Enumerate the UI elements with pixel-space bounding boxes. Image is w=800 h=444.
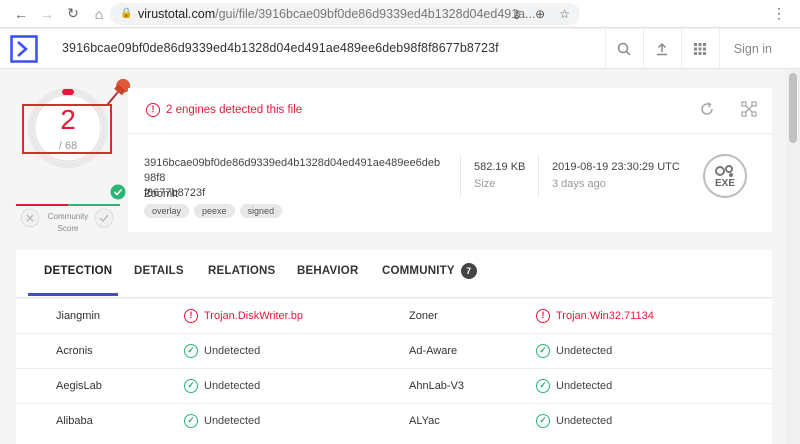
engine-result: ✓ Undetected xyxy=(184,344,260,358)
engine-name: AegisLab xyxy=(56,380,102,392)
home-icon[interactable]: ⌂ xyxy=(88,3,110,25)
reload-icon[interactable]: ↻ xyxy=(62,3,84,25)
key-icon[interactable]: ⚷ xyxy=(512,7,521,21)
alert-text: 2 engines detected this file xyxy=(166,104,303,116)
detection-alert-card: ! 2 engines detected this file xyxy=(128,88,772,134)
result-text: Undetected xyxy=(556,415,613,427)
upload-icon[interactable] xyxy=(642,29,681,69)
check-icon: ✓ xyxy=(536,414,550,428)
file-type-label: EXE xyxy=(714,177,735,189)
engine-result: ✓ Undetected xyxy=(536,414,612,428)
tag-signed[interactable]: signed xyxy=(239,204,283,218)
engine-name: Ad-Aware xyxy=(409,345,458,357)
file-hash: 3916bcae09bf0de86d9339ed4b1328d04ed491ae… xyxy=(144,156,444,201)
result-text: Undetected xyxy=(204,415,261,427)
alert-icon: ! xyxy=(146,103,160,117)
reanalyze-icon[interactable] xyxy=(698,100,716,118)
address-bar[interactable]: 🔒 virustotal.com/gui/file/3916bcae09bf0d… xyxy=(110,3,580,25)
url-host: virustotal.com xyxy=(138,7,216,21)
tab-behavior[interactable]: BEHAVIOR xyxy=(297,250,358,296)
tab-relations[interactable]: RELATIONS xyxy=(208,250,275,296)
engine-name: Jiangmin xyxy=(56,310,101,322)
table-row: Acronis ✓ Undetected Ad-Aware ✓ Undetected xyxy=(16,334,772,369)
result-text: Undetected xyxy=(556,380,613,392)
divider xyxy=(460,156,461,196)
tag-peexe[interactable]: peexe xyxy=(194,204,235,218)
check-icon: ✓ xyxy=(536,379,550,393)
scrollbar-thumb[interactable] xyxy=(789,73,797,143)
file-date-relative: 3 days ago xyxy=(552,178,606,190)
downvote-icon[interactable] xyxy=(20,208,40,228)
tab-detection[interactable]: DETECTION xyxy=(28,250,118,296)
apps-grid-icon[interactable] xyxy=(680,29,719,69)
alert-icon: ! xyxy=(536,309,550,323)
table-row: Jiangmin ! Trojan.DiskWriter.bp Zoner ! Tr… xyxy=(16,299,772,334)
back-arrow-icon[interactable]: ← xyxy=(10,3,32,25)
tab-community[interactable]: COMMUNITY 7 xyxy=(382,250,477,296)
similar-files-icon[interactable] xyxy=(740,100,758,118)
engine-result: ✓ Undetected xyxy=(184,414,260,428)
browser-toolbar: ← → ↻ ⌂ 🔒 virustotal.com/gui/file/3916bc… xyxy=(0,0,800,28)
file-hash-line1: 3916bcae09bf0de86d9339ed4b1328d04ed491ae… xyxy=(144,157,441,184)
check-icon: ✓ xyxy=(184,414,198,428)
tab-details[interactable]: DETAILS xyxy=(134,250,184,296)
community-count-badge: 7 xyxy=(460,262,477,279)
signin-link[interactable]: Sign in xyxy=(718,29,800,69)
result-text: Undetected xyxy=(204,345,261,357)
result-text: Trojan.Win32.71134 xyxy=(556,310,654,322)
engine-result: ✓ Undetected xyxy=(536,379,612,393)
file-hash-line2: f8677b8723f xyxy=(144,187,206,199)
engine-name: Alibaba xyxy=(56,415,93,427)
divider xyxy=(538,156,539,196)
file-info-card: 3916bcae09bf0de86d9339ed4b1328d04ed491ae… xyxy=(128,134,772,232)
url-path: /gui/file/3916bcae09bf0de86d9339ed4b1328… xyxy=(215,7,536,21)
exe-file-type-icon: EXE xyxy=(703,154,747,198)
search-icon[interactable] xyxy=(604,29,643,69)
virustotal-logo-icon[interactable] xyxy=(10,35,38,63)
community-label-line1: Community xyxy=(47,212,89,221)
file-size: 582.19 KB xyxy=(474,161,526,173)
engine-name: AhnLab-V3 xyxy=(409,380,465,392)
result-text: Trojan.DiskWriter.bp xyxy=(204,310,304,322)
check-icon: ✓ xyxy=(184,344,198,358)
community-score-bar xyxy=(16,204,120,206)
file-date: 2019-08-19 23:30:29 UTC xyxy=(552,161,680,173)
forward-arrow-icon[interactable]: → xyxy=(36,3,58,25)
report-tabs: DETECTION DETAILS RELATIONS BEHAVIOR COM… xyxy=(16,250,772,298)
file-tags: overlay peexe signed xyxy=(144,204,283,218)
detection-results-table: Jiangmin ! Trojan.DiskWriter.bp Zoner ! Tr… xyxy=(16,299,772,444)
result-text: Undetected xyxy=(204,380,261,392)
vt-header: 3916bcae09bf0de86d9339ed4b1328d04ed491ae… xyxy=(0,29,800,69)
engine-name: ALYac xyxy=(409,415,440,427)
tag-overlay[interactable]: overlay xyxy=(144,204,190,218)
table-row: Alibaba ✓ Undetected ALYac ✓ Undetected xyxy=(16,404,772,439)
check-icon: ✓ xyxy=(536,344,550,358)
engine-result: ! Trojan.Win32.71134 xyxy=(536,309,654,323)
table-row: AegisLab ✓ Undetected AhnLab-V3 ✓ Undetect… xyxy=(16,369,772,404)
tab-community-label: COMMUNITY xyxy=(382,265,455,277)
header-hash[interactable]: 3916bcae09bf0de86d9339ed4b1328d04ed491ae… xyxy=(62,41,499,55)
engine-name: Zoner xyxy=(409,310,438,322)
star-icon[interactable]: ☆ xyxy=(559,7,570,21)
gears-icon xyxy=(715,164,733,177)
lock-icon: 🔒 xyxy=(120,8,133,19)
engine-name: Acronis xyxy=(56,345,93,357)
result-text: Undetected xyxy=(556,345,613,357)
community-check-icon xyxy=(110,184,126,200)
engine-result: ✓ Undetected xyxy=(184,379,260,393)
page-scrollbar[interactable] xyxy=(786,69,800,444)
detection-alert: ! 2 engines detected this file xyxy=(146,103,302,117)
engine-result: ! Trojan.DiskWriter.bp xyxy=(184,309,303,323)
community-label-line2: Score xyxy=(57,224,79,233)
check-icon: ✓ xyxy=(184,379,198,393)
engine-result: ✓ Undetected xyxy=(536,344,612,358)
add-icon[interactable]: ⊕ xyxy=(535,7,545,21)
alert-icon: ! xyxy=(184,309,198,323)
community-score-label: Community Score xyxy=(38,211,98,235)
file-name: ZoomIt xyxy=(144,188,179,200)
file-size-label: Size xyxy=(474,178,496,190)
browser-menu-icon[interactable]: ⋮ xyxy=(772,6,786,20)
